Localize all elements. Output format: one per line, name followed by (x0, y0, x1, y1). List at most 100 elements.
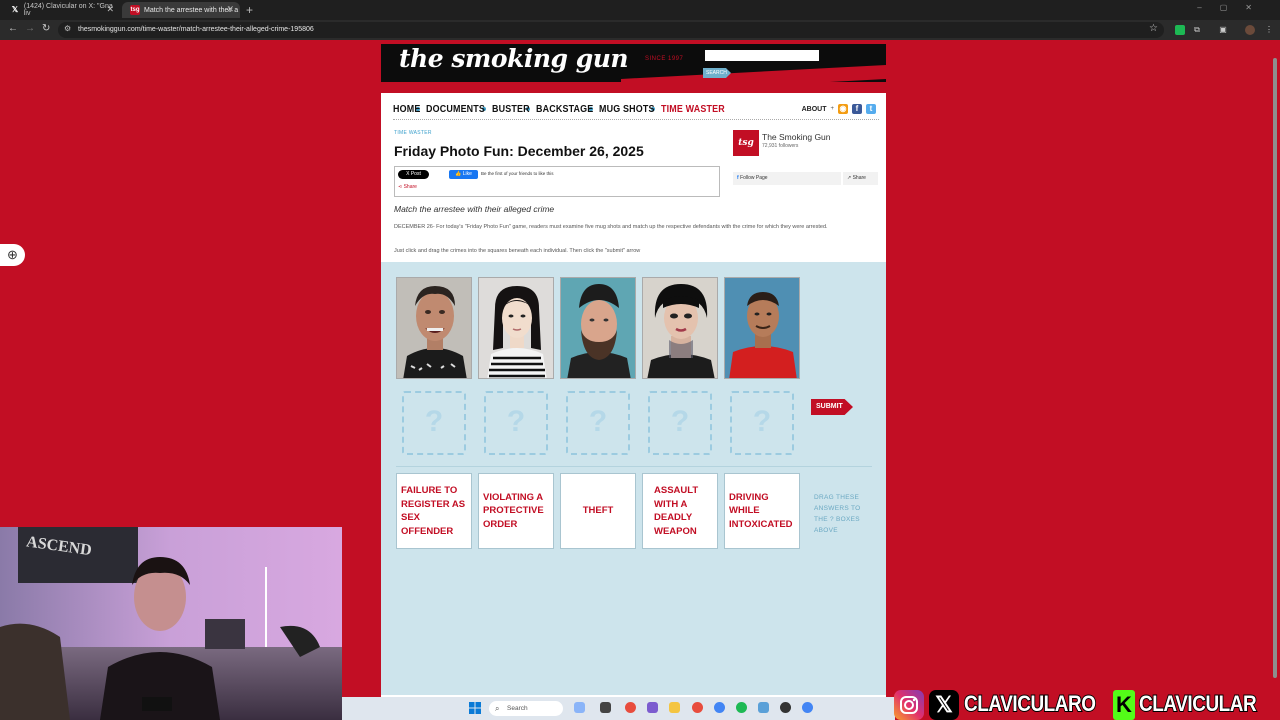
drop-slot-2[interactable]: ? (484, 391, 548, 455)
page-title: Friday Photo Fun: December 26, 2025 (394, 143, 644, 159)
chrome-icon[interactable] (714, 702, 725, 713)
nav-item-backstage[interactable]: BACKSTAGE (536, 103, 593, 115)
new-tab-icon[interactable]: + (246, 3, 253, 17)
profile-avatar[interactable] (1245, 25, 1255, 35)
window-controls[interactable]: –▢✕ (1197, 3, 1270, 12)
kick-logo-icon: K (1113, 690, 1135, 720)
site-logo[interactable]: the smoking gun (399, 44, 629, 73)
mugshot-4 (642, 277, 718, 379)
rss-icon[interactable]: ◉ (838, 104, 848, 114)
app-icon[interactable] (574, 702, 585, 713)
submit-button[interactable]: SUBMIT (811, 399, 853, 415)
x-logo-icon: 𝕏 (11, 5, 19, 14)
answer-card-4[interactable]: ASSAULT WITH A DEADLY WEAPON (642, 473, 718, 549)
windows-start-icon[interactable] (469, 702, 481, 714)
banner-handle-1: CLAVICULARO (963, 690, 1097, 717)
nav-item-home[interactable]: HOME (393, 103, 420, 115)
drop-slot-1[interactable]: ? (402, 391, 466, 455)
article-intro: DECEMBER 26- For today's "Friday Photo F… (394, 224, 828, 230)
forward-icon[interactable]: → (25, 23, 35, 34)
share-label: Share (403, 184, 417, 190)
lens-icon[interactable]: ⊕ (0, 244, 25, 266)
instagram-icon (894, 690, 924, 720)
facebook-like-button[interactable]: 👍 Like (449, 170, 478, 179)
url-text[interactable]: thesmokinggun.com/time-waster/match-arre… (78, 26, 314, 33)
fb-followers: 72,931 followers (762, 143, 799, 149)
answer-card-1[interactable]: FAILURE TO REGISTER AS SEX OFFENDER (396, 473, 472, 549)
tab-smoking-gun[interactable]: tsg Match the arrestee with their a ✕ (122, 2, 240, 18)
extension-icon[interactable] (1175, 25, 1185, 35)
tab-strip: 𝕏 (1424) Clavicular on X: "Gna liv ✕ tsg… (0, 0, 1280, 20)
fb-page-name[interactable]: The Smoking Gun (762, 132, 831, 142)
drop-slot-4[interactable]: ? (648, 391, 712, 455)
about-link[interactable]: ABOUT (802, 106, 827, 113)
app-icon[interactable] (780, 702, 791, 713)
site-header: the smoking gun SINCE 1997 SEARCH (381, 44, 886, 82)
nav-item-buster[interactable]: BUSTER (492, 103, 530, 115)
answer-card-5[interactable]: DRIVING WHILE INTOXICATED (724, 473, 800, 549)
close-icon[interactable]: ✕ (106, 4, 114, 15)
follow-page-button[interactable]: f Follow Page (733, 172, 841, 185)
twitter-icon[interactable]: t (866, 104, 876, 114)
app-icon[interactable] (600, 702, 611, 713)
spotify-icon[interactable] (736, 702, 747, 713)
nav-item-time-waster[interactable]: TIME WASTER (661, 103, 725, 115)
browser-toolbar: ← → ↻ ⚙ thesmokinggun.com/time-waster/ma… (0, 20, 1280, 40)
close-icon[interactable]: ✕ (226, 4, 234, 15)
mugshot-2 (478, 277, 554, 379)
plus-icon: + (830, 106, 834, 112)
taskbar-search-label: Search (507, 705, 528, 712)
game-divider (396, 466, 872, 467)
mugshot-1 (396, 277, 472, 379)
answer-label: FAILURE TO REGISTER AS SEX OFFENDER (401, 485, 466, 537)
discord-icon[interactable] (647, 702, 658, 713)
sidebar-icon[interactable]: ▣ (1218, 25, 1228, 35)
tab-label: Match the arrestee with their a (144, 6, 239, 14)
search-button[interactable]: SEARCH (703, 68, 731, 78)
folder-icon[interactable] (669, 702, 680, 713)
answer-card-2[interactable]: VIOLATING A PROTECTIVE ORDER (478, 473, 554, 549)
nav-right: ABOUT + ◉ f t (802, 104, 876, 114)
share-box: X Post 👍 Like Be the first of your frien… (394, 166, 720, 197)
chrome-icon[interactable] (625, 702, 636, 713)
menu-icon[interactable]: ⋮ (1264, 25, 1274, 35)
nav-item-documents[interactable]: DOCUMENTS (426, 103, 485, 115)
chrome-icon[interactable] (802, 702, 813, 713)
section-label[interactable]: TIME WASTER (394, 130, 432, 136)
tab-clavicular-x[interactable]: 𝕏 (1424) Clavicular on X: "Gna liv ✕ (2, 2, 120, 18)
search-input[interactable] (705, 50, 819, 61)
x-post-button[interactable]: X Post (398, 170, 429, 179)
app-icon[interactable] (758, 702, 769, 713)
facebook-icon[interactable]: f (852, 104, 862, 114)
since-label: SINCE 1997 (645, 56, 684, 62)
facebook-page-widget: tsg The Smoking Gun 72,931 followers f F… (733, 130, 878, 190)
address-bar[interactable]: ⚙ thesmokinggun.com/time-waster/match-ar… (58, 22, 1164, 38)
answer-card-3[interactable]: THEFT (560, 473, 636, 549)
drop-slot-5[interactable]: ? (730, 391, 794, 455)
extensions-puzzle-icon[interactable]: ⧉ (1192, 25, 1202, 35)
mugshot-5 (724, 277, 800, 379)
header-decoration (621, 65, 886, 82)
game-instructions: Just click and drag the crimes into the … (394, 248, 641, 254)
chrome-icon[interactable] (692, 702, 703, 713)
fb-share-button[interactable]: ↗ Share (843, 172, 878, 185)
answer-label: THEFT (582, 505, 614, 517)
drag-hint: DRAG THESE ANSWERS TO THE ? BOXES ABOVE (814, 494, 861, 534)
mugshot-3 (560, 277, 636, 379)
bookmark-star-icon[interactable]: ☆ (1149, 23, 1158, 34)
scroll-thumb[interactable] (1273, 58, 1277, 678)
x-logo-icon: 𝕏 (929, 690, 959, 720)
like-caption: Be the first of your friends to like thi… (481, 171, 554, 176)
scrollbar[interactable] (1270, 40, 1280, 700)
drop-slot-3[interactable]: ? (566, 391, 630, 455)
taskbar: ⌕ Search (342, 697, 895, 720)
taskbar-search[interactable]: ⌕ Search (489, 701, 563, 716)
tsg-logo[interactable]: tsg (733, 130, 759, 156)
back-icon[interactable]: ← (8, 23, 18, 34)
fb-share-label: Share (852, 175, 866, 181)
share-link[interactable]: ⋖ Share (398, 184, 417, 190)
reload-icon[interactable]: ↻ (42, 23, 50, 34)
site-info-icon[interactable]: ⚙ (64, 24, 71, 33)
answer-label: ASSAULT WITH A DEADLY WEAPON (654, 485, 699, 537)
nav-item-mug-shots[interactable]: MUG SHOTS (599, 103, 654, 115)
